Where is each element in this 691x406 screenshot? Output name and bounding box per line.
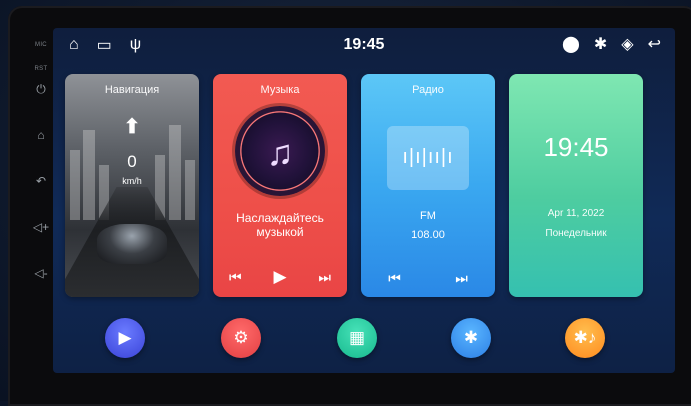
gear-icon: ⚙: [233, 328, 249, 347]
volume-up-button[interactable]: ◁+: [26, 218, 56, 236]
bluetooth-music-icon: ✱♪: [573, 328, 597, 347]
seek-forward-icon[interactable]: ⏭: [455, 270, 468, 287]
clock-date: Apr 11, 2022: [547, 208, 605, 219]
launcher-screen: ⌂ ▭ ψ 19:45 ⬤ ✱ ◈ ↩ Навигация ⬆ 0 km/h М…: [53, 28, 675, 373]
clock-time: 19:45: [543, 132, 609, 162]
app-dock: ▶ ⚙ ▦ ✱ ✱♪: [65, 310, 663, 365]
navigation-title: Навигация: [104, 84, 160, 96]
music-card[interactable]: Музыка ♫ Наслаждайтесь музыкой ⏮ ▶ ⏭: [213, 74, 347, 297]
car-image: [97, 224, 167, 264]
radio-card[interactable]: Радио ı|ı|ıı|ı FM 108.00 ⏮ ⏭: [361, 74, 495, 297]
volume-down-button[interactable]: ◁-: [26, 264, 56, 282]
speed-unit: km/h: [122, 176, 142, 186]
music-disc: ♫: [235, 106, 325, 196]
bluetooth-app-button[interactable]: ✱: [451, 318, 491, 358]
clock-day: Понедельник: [545, 228, 607, 239]
apps-app-button[interactable]: ▦: [337, 318, 377, 358]
radio-band: FM: [420, 210, 436, 222]
music-subtitle-line2: музыкой: [256, 225, 304, 239]
seek-back-icon[interactable]: ⏮: [388, 270, 401, 287]
bluetooth-icon: ✱: [463, 328, 479, 347]
clock-card[interactable]: 19:45 Apr 11, 2022 Понедельник: [509, 74, 643, 297]
next-track-icon[interactable]: ⏭: [318, 269, 331, 286]
volume-up-icon: ◁+: [32, 220, 50, 234]
bluetooth-music-app-button[interactable]: ✱♪: [565, 318, 605, 358]
direction-arrow-icon: ⬆: [123, 116, 141, 138]
sound-wave-icon: ı|ı|ıı|ı: [402, 146, 454, 168]
music-controls: ⏮ ▶ ⏭: [213, 267, 347, 287]
music-subtitle: Наслаждайтесь музыкой: [219, 211, 341, 239]
music-note-icon: ♫: [266, 132, 294, 173]
home-button[interactable]: ⌂: [26, 126, 56, 144]
navigation-card[interactable]: Навигация ⬆ 0 km/h: [65, 74, 199, 297]
status-bar: ⌂ ▭ ψ 19:45 ⬤ ✱ ◈ ↩: [53, 28, 675, 62]
play-app-button[interactable]: ▶: [105, 318, 145, 358]
mic-label: MIC: [35, 42, 47, 48]
power-button[interactable]: ⏻: [26, 80, 56, 98]
reset-label: RST: [34, 66, 48, 72]
apps-grid-icon: ▦: [348, 328, 366, 347]
previous-track-icon[interactable]: ⏮: [229, 269, 242, 286]
bluetooth-icon: ✱: [593, 36, 608, 53]
radio-controls: ⏮ ⏭: [361, 270, 495, 287]
radio-frequency: 108.00: [411, 229, 445, 241]
back-icon: ↶: [35, 174, 47, 188]
music-subtitle-line1: Наслаждайтесь: [236, 211, 324, 225]
radio-visualizer: ı|ı|ıı|ı: [387, 126, 469, 190]
home-icon: ⌂: [37, 128, 45, 142]
back-button[interactable]: ↶: [26, 172, 56, 190]
power-icon: ⏻: [36, 82, 46, 96]
play-icon: ▶: [118, 328, 132, 347]
settings-app-button[interactable]: ⚙: [221, 318, 261, 358]
wifi-icon: ◈: [621, 36, 634, 53]
return-icon[interactable]: ↩: [648, 34, 661, 54]
speed-value: 0: [127, 152, 137, 171]
location-icon: ⬤: [561, 36, 580, 53]
play-icon[interactable]: ▶: [273, 267, 286, 287]
status-right-icons: ⬤ ✱ ◈ ↩: [562, 34, 661, 54]
radio-title: Радио: [412, 84, 444, 96]
volume-down-icon: ◁-: [34, 266, 48, 280]
music-title: Музыка: [260, 84, 300, 96]
